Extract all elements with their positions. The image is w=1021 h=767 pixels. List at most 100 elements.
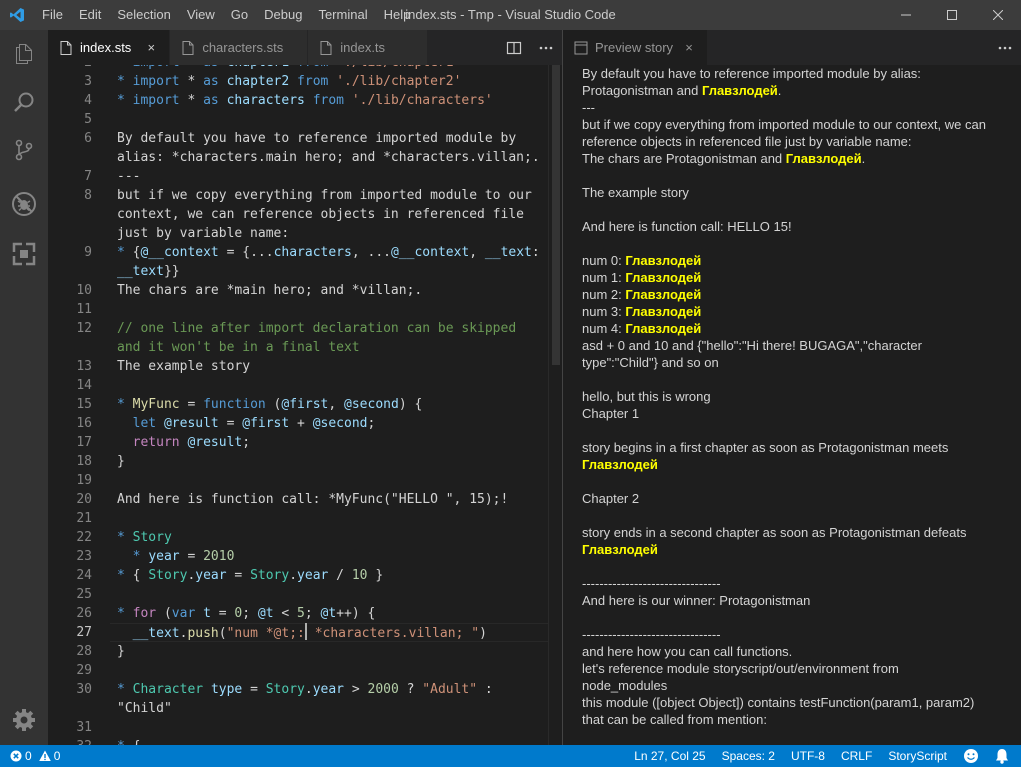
- code-line[interactable]: 30 * Character type = Story.year > 2000 ?…: [48, 680, 548, 699]
- scrollbar-thumb[interactable]: [552, 65, 560, 365]
- maximize-button[interactable]: [929, 0, 975, 30]
- menu-edit[interactable]: Edit: [71, 0, 109, 30]
- more-actions-icon: [998, 46, 1012, 49]
- more-actions-button[interactable]: [989, 30, 1021, 65]
- extensions-button[interactable]: [0, 230, 48, 278]
- code-line[interactable]: 13 The example story: [48, 357, 548, 376]
- end-of-line[interactable]: CRLF: [833, 745, 880, 767]
- menu-selection[interactable]: Selection: [109, 0, 178, 30]
- search-button[interactable]: [0, 78, 48, 126]
- line-text: ---: [117, 169, 141, 184]
- line-text: return @result;: [132, 435, 251, 450]
- code-line[interactable]: context, we can reference objects in ref…: [48, 205, 548, 224]
- bell-icon: [996, 749, 1008, 764]
- code-line[interactable]: alias: *characters.main hero; and *chara…: [48, 148, 548, 167]
- tab-label: Preview story: [595, 40, 674, 55]
- menu-go[interactable]: Go: [223, 0, 256, 30]
- file-icon: [318, 40, 334, 56]
- preview-line: reference objects in referenced file jus…: [582, 134, 912, 149]
- line-text: By default you have to reference importe…: [117, 131, 517, 146]
- line-number: 13: [76, 359, 92, 374]
- language-mode[interactable]: StoryScript: [880, 745, 955, 767]
- code-line[interactable]: 18}: [48, 452, 548, 471]
- tab-close-icon[interactable]: ×: [681, 40, 697, 55]
- cursor-position[interactable]: Ln 27, Col 25: [626, 745, 713, 767]
- menu-terminal[interactable]: Terminal: [310, 0, 375, 30]
- line-number: 18: [76, 454, 92, 469]
- code-line[interactable]: 22 * Story: [48, 528, 548, 547]
- code-line[interactable]: 29: [48, 661, 548, 680]
- code-line[interactable]: 16 let @result = @first + @second;: [48, 414, 548, 433]
- menu-debug[interactable]: Debug: [256, 0, 310, 30]
- code-line[interactable]: just by variable name:: [48, 224, 548, 243]
- line-text: * MyFunc = function (@first, @second) {: [117, 397, 423, 412]
- editor-group-preview: Preview story × By default you have to r…: [563, 30, 1021, 745]
- line-number: 2: [48, 65, 92, 72]
- tab-index-ts[interactable]: index.ts: [308, 30, 429, 65]
- minimize-button[interactable]: [883, 0, 929, 30]
- encoding[interactable]: UTF-8: [783, 745, 833, 767]
- notifications-button[interactable]: [987, 748, 1021, 764]
- split-editor-button[interactable]: [498, 30, 530, 65]
- code-line[interactable]: 9 * {@__context = {...characters, ...@__c…: [48, 243, 548, 262]
- code-line[interactable]: 31: [48, 718, 548, 737]
- code-line[interactable]: 12 // one line after import declaration c…: [48, 319, 548, 338]
- menu-file[interactable]: File: [34, 0, 71, 30]
- minimize-icon: [901, 14, 911, 16]
- preview-line: Главзлодей: [582, 456, 1002, 473]
- line-text: }: [117, 454, 125, 469]
- line-text: * {@__context = {...characters, ...@__co…: [117, 245, 540, 260]
- code-line[interactable]: 8 but if we copy everything from imported…: [48, 186, 548, 205]
- villain-name: Главзлодей: [625, 253, 702, 268]
- line-text: * import * as characters from './lib/cha…: [117, 93, 493, 108]
- line-text: "Child": [117, 701, 172, 716]
- code-editor[interactable]: 2 * import * as chapter1 from './lib/chap…: [48, 65, 562, 745]
- code-line[interactable]: 27 __text.push("num *@t;: *characters.vi…: [48, 623, 562, 642]
- code-line[interactable]: __text}}: [48, 262, 548, 281]
- code-line[interactable]: 7 ---: [48, 167, 548, 186]
- source-control-button[interactable]: [0, 126, 48, 174]
- code-line[interactable]: 32 * {: [48, 737, 548, 745]
- menu-help[interactable]: Help: [376, 0, 419, 30]
- code-line[interactable]: 6 By default you have to reference import…: [48, 129, 548, 148]
- editor-actions: [498, 30, 562, 65]
- code-line[interactable]: 26 * for (var t = 0; @t < 5; @t++) {: [48, 604, 548, 623]
- code-line[interactable]: 19: [48, 471, 548, 490]
- code-line[interactable]: 10 The chars are *main hero; and *villan;…: [48, 281, 548, 300]
- tab-close-icon[interactable]: ×: [143, 40, 159, 55]
- preview-line: Protagonistman and Главзлодей.: [582, 83, 782, 98]
- code-line[interactable]: 21: [48, 509, 548, 528]
- code-line[interactable]: 28}: [48, 642, 548, 661]
- debug-button[interactable]: [0, 180, 48, 228]
- code-line[interactable]: 24 * { Story.year = Story.year / 10 }: [48, 566, 548, 585]
- code-line[interactable]: 5: [48, 110, 548, 129]
- code-line[interactable]: 2 * import * as chapter1 from './lib/chap…: [48, 65, 548, 72]
- tab-index-sts[interactable]: index.sts ×: [48, 30, 171, 65]
- indentation[interactable]: Spaces: 2: [714, 745, 783, 767]
- code-line[interactable]: 4 * import * as characters from './lib/ch…: [48, 91, 548, 110]
- more-actions-button[interactable]: [530, 30, 562, 65]
- code-line[interactable]: 17 return @result;: [48, 433, 548, 452]
- code-line[interactable]: "Child": [48, 699, 548, 718]
- preview-line: but if we copy everything from imported …: [582, 117, 986, 132]
- code-line[interactable]: 14: [48, 376, 548, 395]
- problems-indicator[interactable]: 0 0: [0, 749, 60, 763]
- tab-characters-sts[interactable]: characters.sts: [170, 30, 309, 65]
- tab-preview-story[interactable]: Preview story ×: [563, 30, 709, 65]
- manage-settings-button[interactable]: [0, 696, 48, 744]
- code-line[interactable]: 23 * year = 2010: [48, 547, 548, 566]
- editor-scrollbar[interactable]: [548, 65, 562, 745]
- close-window-button[interactable]: [975, 0, 1021, 30]
- code-line[interactable]: 11: [48, 300, 548, 319]
- code-line[interactable]: 3 * import * as chapter2 from './lib/chap…: [48, 72, 548, 91]
- debug-icon: [12, 192, 36, 216]
- code-line[interactable]: 25: [48, 585, 548, 604]
- feedback-button[interactable]: [955, 748, 987, 764]
- code-line[interactable]: and it won't be in a final text: [48, 338, 548, 357]
- explorer-button[interactable]: [0, 30, 48, 78]
- code-line[interactable]: 20 And here is function call: *MyFunc("HE…: [48, 490, 548, 509]
- line-text: }: [117, 644, 125, 659]
- code-line[interactable]: 15 * MyFunc = function (@first, @second) …: [48, 395, 548, 414]
- menu-view[interactable]: View: [179, 0, 223, 30]
- preview-line: num 2: Главзлодей: [582, 287, 702, 302]
